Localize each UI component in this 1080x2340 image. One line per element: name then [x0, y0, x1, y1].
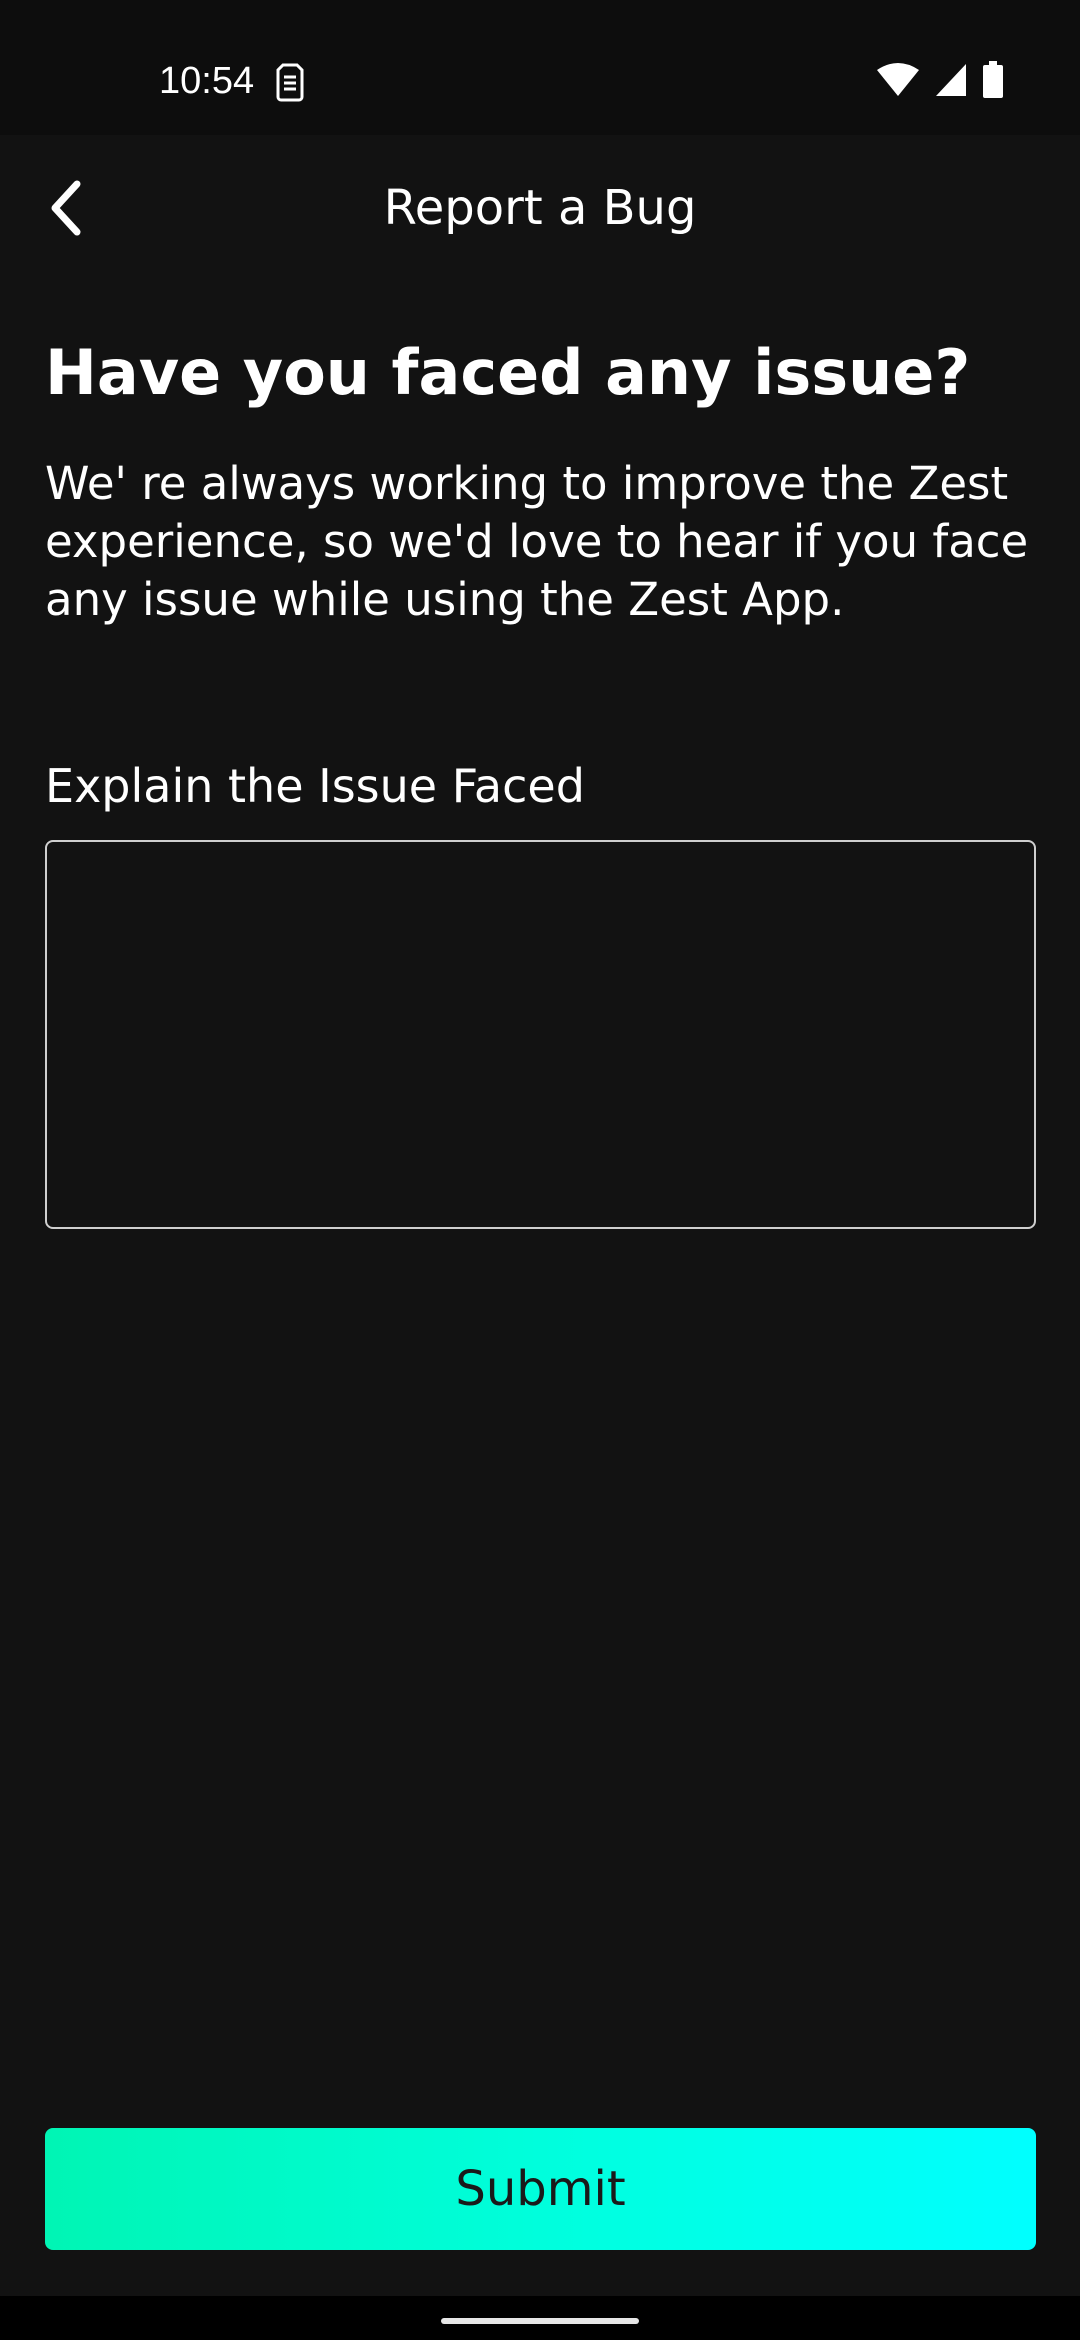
navigation-bar — [0, 2296, 1080, 2340]
status-time: 10:54 — [159, 60, 255, 102]
status-bar: 10:54 — [0, 0, 1080, 135]
submit-button[interactable]: Submit — [45, 2128, 1036, 2250]
issue-heading: Have you faced any issue? — [45, 336, 971, 409]
issue-field-label: Explain the Issue Faced — [45, 759, 585, 813]
toolbar: Report a Bug — [0, 135, 1080, 295]
cell-signal-icon — [934, 62, 968, 102]
sim-card-icon — [274, 62, 306, 102]
wifi-icon — [876, 62, 920, 102]
issue-textarea[interactable] — [45, 840, 1036, 1229]
issue-description: We' re always working to improve the Zes… — [45, 457, 1029, 626]
battery-icon — [982, 61, 1004, 103]
page-title: Report a Bug — [383, 180, 697, 236]
home-indicator[interactable] — [441, 2318, 639, 2324]
status-icons — [876, 61, 1004, 103]
